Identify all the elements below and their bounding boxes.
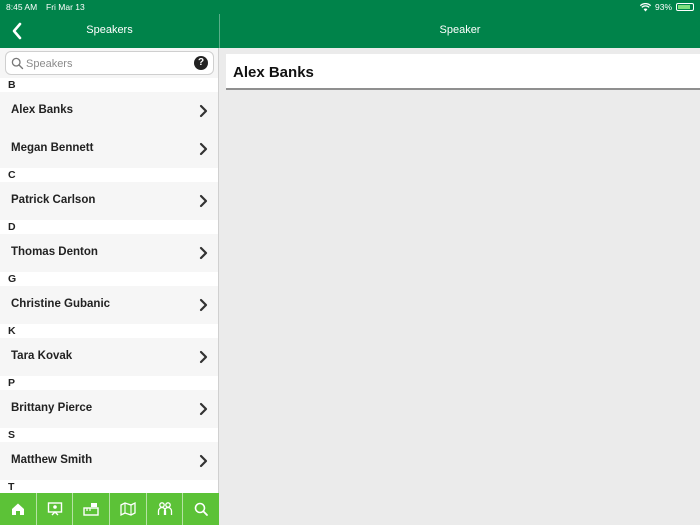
status-right: 93% (639, 2, 694, 12)
speaker-row-name: Patrick Carlson (11, 194, 96, 206)
speaker-name: Alex Banks (233, 64, 314, 81)
home-icon (11, 503, 24, 515)
section-header: G (0, 272, 218, 286)
speaker-detail-card: Alex Banks (226, 54, 700, 90)
detail-title: Speaker (439, 24, 481, 36)
chevron-right-icon (199, 104, 208, 118)
tab-exhibitor[interactable] (73, 493, 111, 525)
tab-people[interactable] (147, 493, 184, 525)
speaker-row[interactable]: Megan Bennett (0, 130, 218, 168)
speaker-row-name: Brittany Pierce (11, 402, 93, 414)
chevron-right-icon (199, 194, 208, 208)
help-icon[interactable]: ? (194, 56, 208, 70)
speaker-row[interactable]: Brittany Pierce (0, 390, 218, 428)
section-header: B (0, 78, 218, 92)
speaker-row-name: Thomas Denton (11, 246, 98, 258)
speaker-row[interactable]: Tara Kovak (0, 338, 218, 376)
speaker-row[interactable]: Christine Gubanic (0, 286, 218, 324)
map-icon (120, 501, 136, 517)
chevron-right-icon (199, 454, 208, 468)
people-icon (157, 502, 172, 515)
presentation-icon (47, 502, 62, 516)
sidebar-title: Speakers (86, 24, 133, 36)
section-header: C (0, 168, 218, 182)
sidebar-nav: Speakers (0, 14, 219, 48)
status-date: Fri Mar 13 (46, 2, 85, 12)
search-input[interactable] (26, 55, 191, 72)
detail-background (219, 493, 700, 525)
status-bar: 8:45 AM Fri Mar 13 93% (0, 0, 700, 14)
speaker-row-name: Alex Banks (11, 104, 74, 116)
wifi-icon (639, 2, 651, 11)
section-header: D (0, 220, 218, 234)
tab-bar (0, 493, 219, 525)
detail-nav: Speaker (220, 14, 700, 48)
search-icon (11, 57, 24, 70)
chevron-right-icon (199, 350, 208, 364)
speaker-row-name: Megan Bennett (11, 142, 94, 154)
search-bar: ? (5, 51, 214, 75)
speaker-row[interactable]: Matthew Smith (0, 442, 218, 480)
tab-search[interactable] (183, 493, 219, 525)
speaker-row-name: Tara Kovak (11, 350, 73, 362)
exhibitor-icon (83, 503, 99, 516)
chevron-right-icon (199, 298, 208, 312)
section-header: T (0, 480, 218, 493)
speaker-row-name: Matthew Smith (11, 454, 93, 466)
tab-home[interactable] (0, 493, 37, 525)
battery-icon (676, 3, 694, 11)
chevron-right-icon (199, 142, 208, 156)
status-time: 8:45 AM (6, 2, 38, 12)
search-icon (194, 502, 209, 516)
speaker-row[interactable]: Alex Banks (0, 92, 218, 130)
section-header: P (0, 376, 218, 390)
tab-presentation[interactable] (37, 493, 74, 525)
section-header: S (0, 428, 218, 442)
speaker-list: B Alex Banks Megan Bennett C Patrick Carlson… (0, 78, 218, 493)
tab-map[interactable] (110, 493, 147, 525)
speaker-row[interactable]: Patrick Carlson (0, 182, 218, 220)
chevron-right-icon (199, 246, 208, 260)
section-header: K (0, 324, 218, 338)
speaker-sidebar: ? B Alex Banks Megan Bennett C Patrick Carls… (0, 48, 219, 493)
speaker-row-name: Christine Gubanic (11, 298, 111, 310)
chevron-right-icon (199, 402, 208, 416)
battery-percent: 93% (654, 2, 672, 12)
speaker-row[interactable]: Thomas Denton (0, 234, 218, 272)
